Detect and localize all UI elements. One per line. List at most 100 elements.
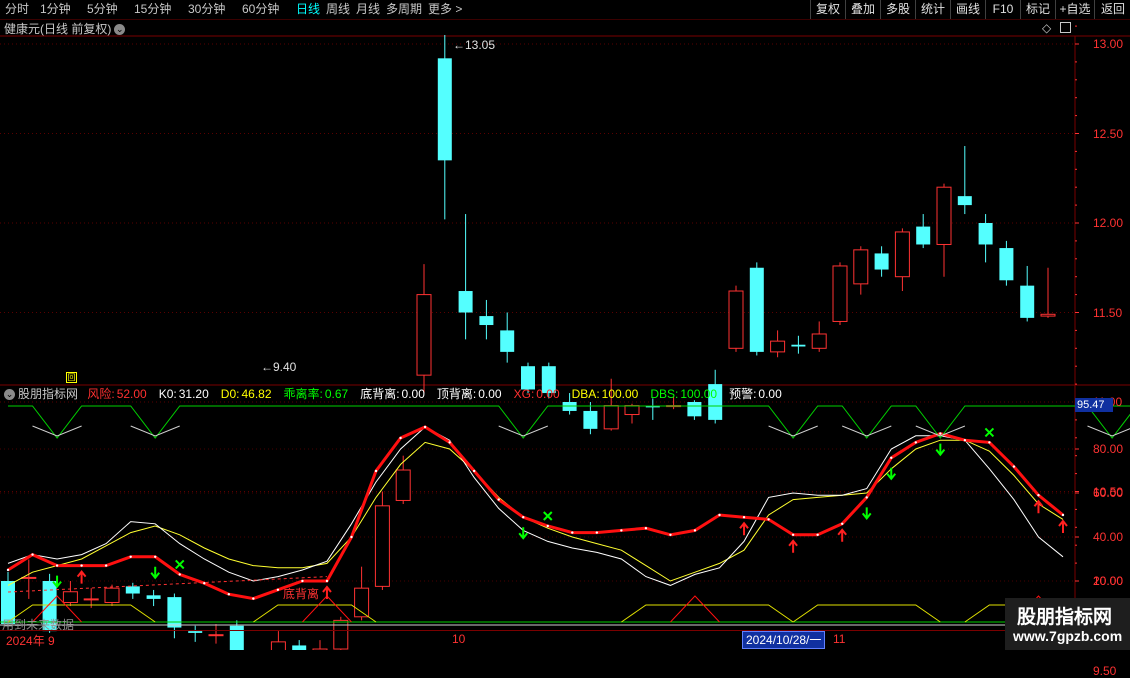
indicator-header: ⌄股朋指标网 风险:52.00K0:31.20D0:46.82乖离率:0.67底… [4, 386, 800, 402]
candle [583, 402, 597, 434]
risk-point [80, 564, 82, 566]
risk-point [620, 529, 622, 531]
risk-point [277, 589, 279, 591]
date-axis: 2024年 9 10 11 2024/10/28/一 [0, 630, 1075, 651]
indicator-value: 预警:0.00 [729, 387, 788, 401]
risk-point [105, 564, 107, 566]
candle [771, 330, 785, 357]
risk-point [890, 457, 892, 459]
risk-point [424, 426, 426, 428]
red-up-arrow-icon [78, 572, 86, 584]
event-marker-icon[interactable]: 回 [66, 372, 77, 383]
indicator-value-number: 100.00 [680, 387, 717, 401]
candle [396, 456, 410, 504]
candle-body [375, 506, 389, 587]
indicator-value-label: 乖离率: [284, 387, 323, 401]
candle-body [84, 599, 98, 600]
red-up-arrow-icon [838, 530, 846, 542]
price-axis-label: 11.50 [1093, 306, 1122, 320]
indicator-value-label: DBA: [572, 387, 600, 401]
candle-body [895, 232, 909, 277]
indicator-value-number: 0.00 [536, 387, 559, 401]
chevron-down-icon[interactable]: ⌄ [4, 389, 15, 400]
candle-body [771, 341, 785, 352]
risk-point [596, 531, 598, 533]
risk-point [31, 553, 33, 555]
dba-zigzag [33, 426, 1130, 436]
risk-point [326, 580, 328, 582]
candle-body [729, 291, 743, 348]
red-up-arrow-icon [789, 541, 797, 553]
indicator-value-number: 0.00 [402, 387, 425, 401]
candle-body [438, 58, 452, 160]
indicator-value-label: 顶背离: [437, 387, 476, 401]
green-down-arrow-icon [863, 507, 871, 518]
indicator-value-label: DBS: [650, 387, 678, 401]
candle-body [875, 253, 889, 269]
candle [812, 321, 826, 351]
cursor-date-label: 2024/10/28/一 [742, 631, 825, 649]
candle [979, 214, 993, 262]
risk-point [915, 441, 917, 443]
xg-plateau [621, 605, 793, 622]
candle [63, 581, 77, 606]
risk-point [718, 514, 720, 516]
risk-point [743, 516, 745, 518]
red-up-arrow-icon [323, 587, 331, 599]
indicator-value-number: 0.67 [325, 387, 348, 401]
candle [625, 404, 639, 424]
candle [999, 241, 1013, 286]
candle-body [105, 588, 119, 602]
price-chart[interactable] [0, 0, 1130, 650]
indicator-value: D0:46.82 [221, 387, 278, 401]
candle-body [417, 295, 431, 376]
indicator-markers-layer [53, 428, 1130, 599]
risk-point [1062, 514, 1064, 516]
candle-body [812, 334, 826, 348]
candle [22, 560, 36, 599]
red-up-arrow-icon [740, 523, 748, 535]
xg-plateau [793, 605, 940, 622]
candle [438, 35, 452, 219]
candle-body [22, 577, 36, 578]
candle [459, 214, 473, 339]
candle-body [1041, 314, 1055, 316]
red-up-arrow-icon [1059, 521, 1067, 533]
candle [750, 262, 764, 355]
risk-point [473, 470, 475, 472]
candle-body [958, 196, 972, 205]
risk-point [547, 525, 549, 527]
risk-point [375, 470, 377, 472]
indicator-value-number: 100.00 [602, 387, 639, 401]
candle-body [479, 316, 493, 325]
indicator-value-label: 底背离: [360, 387, 399, 401]
candle-body [916, 227, 930, 245]
risk-point [964, 439, 966, 441]
candle [916, 214, 930, 248]
date-label-sep: 2024年 9 [6, 632, 55, 649]
indicator-value: XG:0.00 [514, 387, 566, 401]
candle [500, 313, 514, 363]
candle-body [791, 345, 805, 347]
indicator-value-number: 31.20 [179, 387, 209, 401]
candle-body [396, 470, 410, 500]
risk-point [571, 531, 573, 533]
indicator-value: K0:31.20 [159, 387, 215, 401]
green-down-arrow-icon [887, 468, 895, 479]
watermark-url: www.7gpzb.com [1013, 628, 1122, 644]
risk-point [154, 556, 156, 558]
risk-point [816, 534, 818, 536]
risk-point [841, 523, 843, 525]
candle [126, 583, 140, 599]
indicator-value: 风险:52.00 [87, 387, 152, 401]
watermark: 股朋指标网 www.7gpzb.com [1005, 598, 1130, 650]
candle-body [687, 402, 701, 416]
indicator-value-label: 风险: [87, 387, 114, 401]
risk-point [694, 529, 696, 531]
candle-body [583, 411, 597, 429]
candle-body [63, 592, 77, 603]
indicator-value: 乖离率:0.67 [284, 387, 355, 401]
risk-point [767, 518, 769, 520]
risk-point [350, 536, 352, 538]
risk-point [939, 432, 941, 434]
